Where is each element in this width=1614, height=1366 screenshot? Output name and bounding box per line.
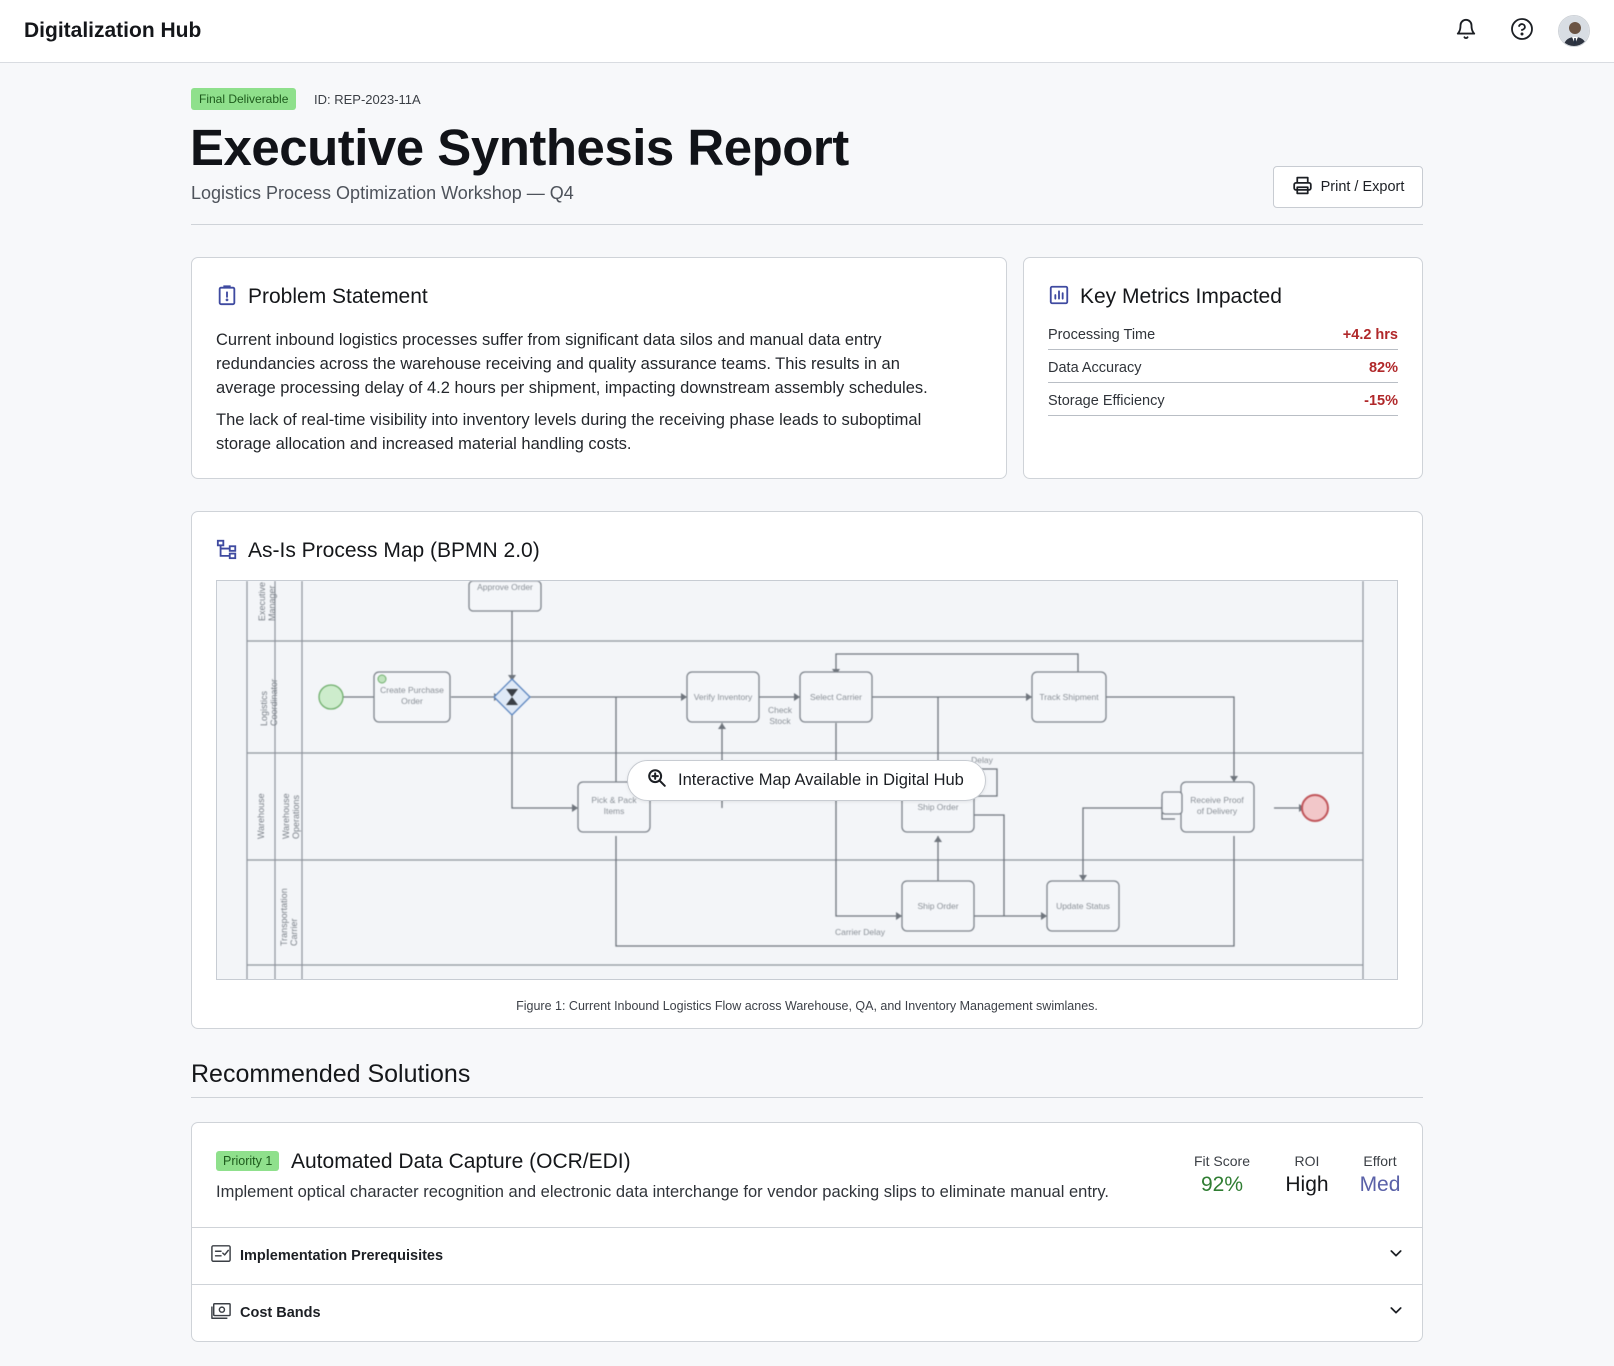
accordion-implementation-prerequisites[interactable]: Implementation Prerequisites [192, 1227, 1422, 1283]
effort-value: Med [1359, 1173, 1401, 1196]
roi-label: ROI [1294, 1153, 1320, 1169]
lane-warehouse-label: WarehouseOperations [281, 793, 301, 839]
header-divider [191, 224, 1423, 225]
interactive-map-label: Interactive Map Available in Digital Hub [678, 771, 964, 789]
task-ship-order-carrier: Ship Order [917, 901, 958, 911]
metric-label: Data Accuracy [1048, 359, 1142, 376]
metric-value: +4.2 hrs [1342, 326, 1398, 343]
bell-icon[interactable] [1451, 14, 1481, 44]
report-id: ID: REP-2023-11A [314, 92, 421, 107]
key-metrics-card: Key Metrics Impacted Processing Time +4.… [1023, 257, 1423, 479]
lane-logistics-label: LogisticsCoordinator [259, 679, 279, 726]
print-export-button[interactable]: Print / Export [1273, 166, 1423, 208]
cash-icon [210, 1301, 232, 1326]
fit-score-stat: Fit Score 92% [1184, 1153, 1260, 1197]
avatar[interactable] [1558, 15, 1590, 47]
task-receive-proof: Receive Proof of Delivery [1190, 795, 1244, 816]
problem-paragraph-1: Current inbound logistics processes suff… [216, 331, 928, 397]
end-event [1301, 794, 1329, 822]
clipboard-alert-icon [216, 284, 238, 311]
final-deliverable-badge: Final Deliverable [191, 88, 297, 110]
priority-badge: Priority 1 [216, 1151, 280, 1171]
accordion-cost-bands[interactable]: Cost Bands [192, 1284, 1422, 1340]
metric-row-data-accuracy: Data Accuracy 82% [1048, 351, 1398, 383]
metric-row-storage-efficiency: Storage Efficiency -15% [1048, 384, 1398, 416]
problem-statement-title: Problem Statement [248, 285, 428, 308]
app-title[interactable]: Digitalization Hub [24, 19, 201, 43]
task-select-carrier: Select Carrier [810, 692, 862, 702]
task-boxes [373, 581, 1255, 932]
effort-label: Effort [1363, 1153, 1397, 1169]
bar-chart-icon [1048, 284, 1070, 311]
problem-statement-card: Problem Statement Current inbound logist… [191, 257, 1007, 479]
task-verify-inventory: Verify Inventory [694, 692, 753, 702]
solution-title: Automated Data Capture (OCR/EDI) [291, 1150, 631, 1173]
interactive-map-button[interactable]: Interactive Map Available in Digital Hub [627, 760, 986, 801]
problem-paragraph-2: The lack of real-time visibility into in… [216, 411, 922, 453]
metric-value: 82% [1368, 359, 1398, 376]
solution-card: Priority 1 Automated Data Capture (OCR/E… [191, 1122, 1423, 1342]
roi-value: High [1285, 1173, 1329, 1196]
accordion-label: Implementation Prerequisites [240, 1247, 444, 1264]
fit-score-label: Fit Score [1193, 1153, 1250, 1169]
print-export-label: Print / Export [1320, 179, 1405, 195]
fit-score-value: 92% [1200, 1173, 1244, 1196]
task-approve-order: Approve Order [477, 582, 533, 592]
help-icon[interactable] [1507, 14, 1537, 44]
zoom-in-icon [646, 767, 668, 794]
metric-value: -15% [1364, 392, 1398, 409]
task-ship-order-warehouse: Ship Order [917, 802, 958, 812]
task-track-shipment: Track Shipment [1039, 692, 1099, 702]
metric-label: Processing Time [1048, 326, 1156, 343]
checklist-icon [210, 1244, 232, 1269]
label-carrier-delay: Carrier Delay [835, 927, 886, 937]
process-tree-icon [216, 538, 238, 565]
process-map-title: As-Is Process Map (BPMN 2.0) [248, 539, 540, 562]
printer-icon [1292, 175, 1313, 200]
accordion-label: Cost Bands [240, 1304, 321, 1321]
page-subtitle: Logistics Process Optimization Workshop … [191, 183, 574, 203]
lane-warehouse-group-label: Warehouse [256, 793, 266, 839]
chevron-down-icon[interactable] [1388, 1302, 1404, 1323]
key-metrics-title: Key Metrics Impacted [1080, 285, 1282, 308]
task-update-status: Update Status [1056, 901, 1110, 911]
solutions-divider [191, 1097, 1423, 1098]
chevron-down-icon[interactable] [1388, 1245, 1404, 1266]
metric-label: Storage Efficiency [1048, 392, 1165, 409]
lane-transport-label: TransportationCarrier [279, 888, 299, 946]
page-title: Executive Synthesis Report [190, 119, 849, 176]
figure-caption: Figure 1: Current Inbound Logistics Flow… [516, 999, 1098, 1013]
effort-stat: Effort Med [1350, 1153, 1410, 1197]
top-bar: Digitalization Hub [0, 0, 1614, 63]
roi-stat: ROI High [1277, 1153, 1337, 1197]
metric-row-processing-time: Processing Time +4.2 hrs [1048, 318, 1398, 350]
start-event [318, 684, 344, 710]
recommended-solutions-title: Recommended Solutions [191, 1060, 471, 1088]
solution-description: Implement optical character recognition … [216, 1183, 1110, 1201]
lane-exec-label: ExecutiveManager [257, 582, 277, 621]
label-check-stock: Check Stock [768, 705, 793, 726]
